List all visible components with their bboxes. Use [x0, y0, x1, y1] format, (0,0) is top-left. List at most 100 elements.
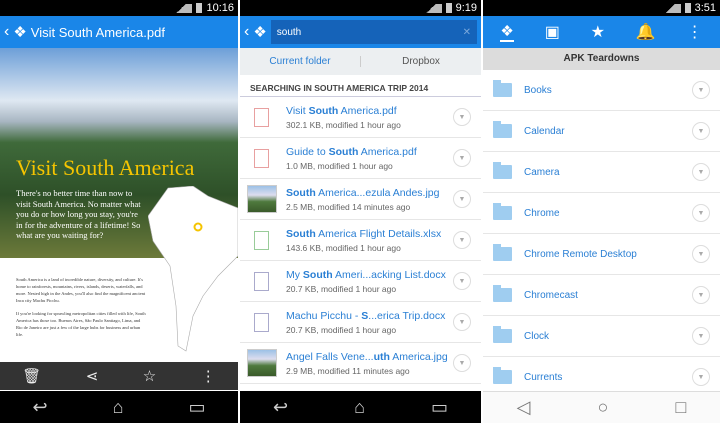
home-nav-icon[interactable]: ○	[598, 397, 609, 418]
file-meta: 143.6 KB, modified 1 hour ago	[286, 242, 401, 253]
app-bar: ‹ ❖ Visit South America.pdf	[0, 16, 238, 48]
back-nav-icon[interactable]: ◁	[517, 397, 531, 418]
file-row[interactable]: My South Ameri...acking List.docx 20.7 KB…	[240, 261, 481, 302]
search-scope-header: SEARCHING IN SOUTH AMERICA TRIP 2014	[240, 75, 481, 97]
file-name[interactable]: Angel Falls Vene...uth America.jpg	[286, 351, 448, 363]
chevron-down-icon[interactable]: ▼	[453, 231, 471, 249]
nav-bar: ↩ ⌂ ▭	[240, 391, 481, 423]
chevron-down-icon[interactable]: ▼	[692, 122, 710, 140]
star-icon[interactable]: ☆	[143, 367, 156, 385]
recents-nav-icon[interactable]: ▭	[431, 397, 448, 418]
folder-row[interactable]: Camera ▼	[483, 152, 720, 193]
chevron-down-icon[interactable]: ▼	[692, 163, 710, 181]
file-name[interactable]: Visit South America.pdf	[286, 105, 401, 117]
notifications-tab-icon[interactable]: 🔔	[636, 22, 656, 42]
back-nav-icon[interactable]: ↩	[273, 397, 288, 418]
folder-list-screen: 3:51 ❖ ▣ ★ 🔔 ⋮ APK Teardowns Books ▼ Calendar ▼…	[483, 0, 720, 423]
nav-bar: ◁ ○ □	[483, 391, 720, 423]
file-name[interactable]: Machu Picchu - S...erica Trip.docx	[286, 310, 445, 322]
favorites-tab-icon[interactable]: ★	[591, 22, 605, 42]
app-bar: ❖ ▣ ★ 🔔 ⋮	[483, 16, 720, 48]
signal-icon	[419, 3, 442, 13]
clear-icon[interactable]: ✕	[463, 27, 471, 38]
file-meta: 2.5 MB, modified 14 minutes ago	[286, 201, 411, 212]
chevron-down-icon[interactable]: ▼	[453, 313, 471, 331]
nav-bar: ↩ ⌂ ▭	[0, 391, 238, 423]
folder-row[interactable]: Books ▼	[483, 70, 720, 111]
file-row[interactable]: South America...ezula Andes.jpg 2.5 MB, m…	[240, 179, 481, 220]
folder-icon	[493, 80, 512, 97]
back-nav-icon[interactable]: ↩	[33, 397, 48, 418]
back-icon[interactable]: ‹	[244, 23, 249, 41]
folder-name: Currents	[524, 371, 563, 383]
folder-header: APK Teardowns	[483, 48, 720, 70]
status-bar: 3:51	[483, 0, 720, 16]
file-row[interactable]: South America Flight Details.xlsx 143.6 K…	[240, 220, 481, 261]
file-name[interactable]: Guide to South America.pdf	[286, 146, 417, 158]
folder-name: Chrome	[524, 207, 560, 219]
file-icon	[245, 348, 278, 378]
delete-icon[interactable]: 🗑	[22, 367, 41, 385]
clock: 9:19	[455, 2, 477, 14]
chevron-down-icon[interactable]: ▼	[453, 354, 471, 372]
folder-row[interactable]: Chrome ▼	[483, 193, 720, 234]
chevron-down-icon[interactable]: ▼	[692, 204, 710, 222]
file-name[interactable]: South America Flight Details.xlsx	[286, 228, 441, 240]
search-value[interactable]: south	[277, 27, 301, 38]
share-icon[interactable]: ⋖	[86, 367, 99, 385]
status-bar: 9:19	[240, 0, 481, 16]
battery-icon	[445, 3, 452, 13]
file-name[interactable]: South America...ezula Andes.jpg	[286, 187, 440, 199]
folder-name: Books	[524, 84, 552, 96]
folder-icon	[493, 285, 512, 302]
chevron-down-icon[interactable]: ▼	[692, 81, 710, 99]
docx-file-icon	[254, 312, 269, 332]
chevron-down-icon[interactable]: ▼	[453, 108, 471, 126]
folder-row[interactable]: Chromecast ▼	[483, 275, 720, 316]
more-icon[interactable]: ⋮	[201, 367, 216, 385]
file-icon	[245, 225, 278, 255]
recents-nav-icon[interactable]: □	[676, 397, 687, 418]
file-row[interactable]: Guide to South America.pdf 1.0 MB, modifi…	[240, 138, 481, 179]
folder-icon	[493, 203, 512, 220]
dropbox-tab-icon[interactable]: ❖	[500, 22, 514, 42]
file-meta: 20.7 KB, modified 1 hour ago	[286, 324, 397, 335]
battery-icon	[196, 3, 203, 13]
recents-nav-icon[interactable]: ▭	[188, 397, 205, 418]
clock: 3:51	[694, 2, 716, 14]
file-row[interactable]: Machu Picchu - S...erica Trip.docx 20.7 K…	[240, 302, 481, 343]
home-nav-icon[interactable]: ⌂	[354, 397, 365, 418]
chevron-down-icon[interactable]: ▼	[692, 368, 710, 386]
file-meta: 20.7 KB, modified 1 hour ago	[286, 283, 397, 294]
folder-icon	[493, 367, 512, 384]
search-scope-tabs: Current folder Dropbox	[240, 48, 481, 75]
chevron-down-icon[interactable]: ▼	[453, 149, 471, 167]
file-meta: 302.1 KB, modified 1 hour ago	[286, 119, 401, 130]
tab-dropbox[interactable]: Dropbox	[361, 56, 481, 67]
clock: 10:16	[206, 2, 234, 14]
chevron-down-icon[interactable]: ▼	[692, 327, 710, 345]
dropbox-logo-icon[interactable]: ❖	[253, 23, 266, 41]
tab-current-folder[interactable]: Current folder	[240, 56, 361, 67]
home-nav-icon[interactable]: ⌂	[113, 397, 124, 418]
search-input[interactable]: south ✕	[270, 20, 477, 44]
folder-row[interactable]: Clock ▼	[483, 316, 720, 357]
battery-icon	[684, 3, 691, 13]
folder-row[interactable]: Chrome Remote Desktop ▼	[483, 234, 720, 275]
file-icon	[245, 102, 278, 132]
back-icon[interactable]: ‹	[4, 23, 9, 41]
chevron-down-icon[interactable]: ▼	[692, 245, 710, 263]
pdf-toolbar: 🗑 ⋖ ☆ ⋮	[0, 362, 238, 390]
file-row[interactable]: Angel Falls Vene...uth America.jpg 2.9 MB…	[240, 343, 481, 384]
file-name[interactable]: My South Ameri...acking List.docx	[286, 269, 446, 281]
chevron-down-icon[interactable]: ▼	[453, 272, 471, 290]
photos-tab-icon[interactable]: ▣	[545, 22, 560, 42]
pdf-paragraph: South America is a land of incredible na…	[16, 277, 146, 303]
chevron-down-icon[interactable]: ▼	[692, 286, 710, 304]
more-icon[interactable]: ⋮	[687, 22, 703, 42]
folder-row[interactable]: Calendar ▼	[483, 111, 720, 152]
chevron-down-icon[interactable]: ▼	[453, 190, 471, 208]
folder-name: Calendar	[524, 125, 565, 137]
file-row[interactable]: Visit South America.pdf 302.1 KB, modifie…	[240, 97, 481, 138]
dropbox-logo-icon[interactable]: ❖	[13, 23, 26, 41]
